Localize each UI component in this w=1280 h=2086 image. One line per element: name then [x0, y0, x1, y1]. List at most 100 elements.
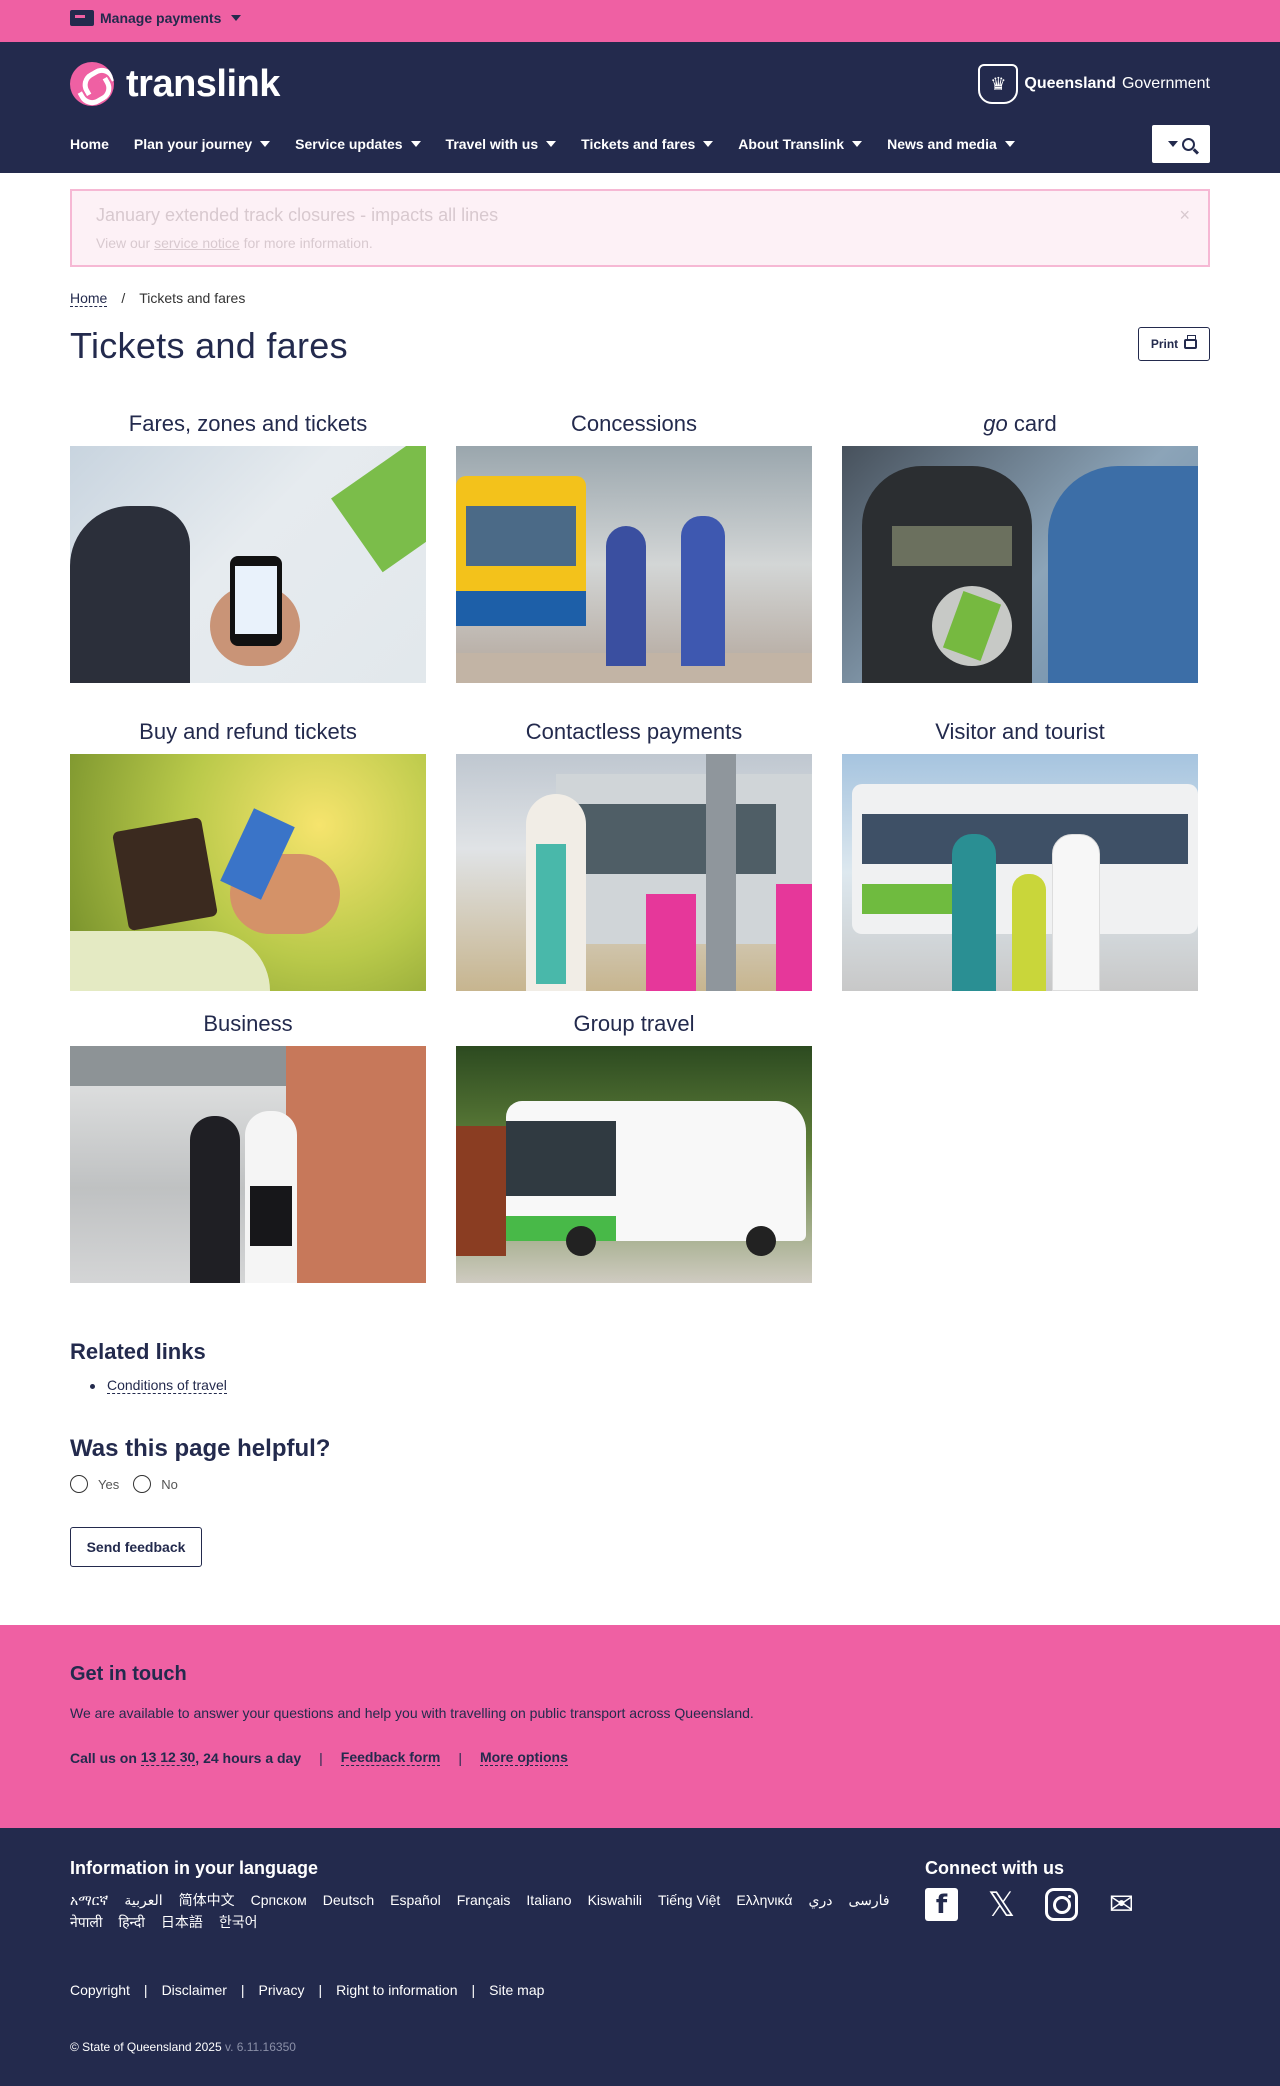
language-link[interactable]: हिन्दी: [118, 1912, 144, 1932]
chevron-down-icon: [1167, 141, 1178, 147]
related-link-conditions[interactable]: Conditions of travel: [107, 1377, 227, 1394]
facebook-icon[interactable]: f: [925, 1888, 958, 1921]
nav-label: Home: [70, 136, 109, 152]
tile-title-italic: go: [983, 411, 1008, 436]
x-icon[interactable]: 𝕏: [985, 1885, 1018, 1925]
connect-heading: Connect with us: [925, 1858, 1064, 1878]
qgov-rest: Government: [1121, 75, 1210, 92]
tile-title: Concessions: [571, 411, 697, 436]
tile-concessions[interactable]: Concessions: [456, 410, 812, 683]
tile-contactless-payments[interactable]: Contactless payments: [456, 718, 812, 991]
footer-link-site-map[interactable]: Site map: [489, 1982, 544, 1998]
contact-links: Call us on 13 12 30, 24 hours a day | Fe…: [70, 1749, 568, 1766]
manage-payments-label: Manage payments: [100, 10, 222, 26]
send-feedback-button[interactable]: Send feedback: [70, 1527, 202, 1567]
chevron-down-icon: [1004, 141, 1015, 147]
tile-group-travel[interactable]: Group travel: [456, 1010, 812, 1283]
language-link[interactable]: Español: [390, 1890, 441, 1910]
tile-title: Visitor and tourist: [935, 719, 1105, 744]
tile-image: [456, 1046, 812, 1283]
more-options-link[interactable]: More options: [480, 1749, 568, 1766]
radio-no[interactable]: [133, 1475, 152, 1493]
separator: |: [319, 1749, 323, 1766]
helpful-no-option[interactable]: No: [133, 1475, 178, 1493]
tile-fares-zones-tickets[interactable]: Fares, zones and tickets: [70, 410, 426, 683]
queensland-government-logo[interactable]: ♛ Queensland Government: [978, 64, 1210, 104]
language-link[interactable]: 한국어: [219, 1912, 258, 1932]
footer-link-disclaimer[interactable]: Disclaimer: [162, 1982, 227, 1998]
utility-bar: Manage payments: [0, 0, 1280, 42]
breadcrumb: Home / Tickets and fares: [70, 290, 245, 307]
email-icon[interactable]: ✉: [1105, 1887, 1138, 1922]
breadcrumb-current: Tickets and fares: [139, 290, 246, 306]
nav-travel-with-us[interactable]: Travel with us: [446, 134, 557, 154]
separator: |: [458, 1749, 462, 1766]
printer-icon: [1184, 335, 1198, 349]
feedback-form-link[interactable]: Feedback form: [340, 1749, 441, 1766]
nav-label: About Translink: [738, 136, 845, 152]
search-button[interactable]: [1152, 125, 1210, 163]
language-link[interactable]: 日本語: [161, 1912, 203, 1932]
radio-no-label: No: [161, 1476, 178, 1492]
chevron-down-icon: [852, 141, 863, 147]
nav-label: Tickets and fares: [581, 136, 696, 152]
language-link[interactable]: አማርኛ: [70, 1890, 108, 1910]
helpful-options: Yes No: [70, 1475, 178, 1493]
language-link[interactable]: Tiếng Việt: [658, 1890, 720, 1910]
tile-visitor-tourist[interactable]: Visitor and tourist: [842, 718, 1198, 991]
nav-news-and-media[interactable]: News and media: [887, 134, 1015, 154]
footer-link-right-to-information[interactable]: Right to information: [336, 1982, 457, 1998]
manage-payments-menu[interactable]: Manage payments: [70, 10, 242, 26]
tile-image: [456, 754, 812, 991]
radio-yes[interactable]: [70, 1475, 88, 1493]
close-icon[interactable]: ×: [1179, 205, 1190, 226]
language-link[interactable]: Ελληνικά: [736, 1890, 792, 1910]
footer-link-copyright[interactable]: Copyright: [70, 1982, 130, 1998]
footer-links: Copyright | Disclaimer | Privacy | Right…: [70, 1982, 544, 1998]
breadcrumb-home[interactable]: Home: [70, 290, 108, 307]
related-links-heading: Related links: [70, 1339, 206, 1364]
language-heading: Information in your language: [70, 1858, 319, 1878]
nav-about-translink[interactable]: About Translink: [738, 134, 863, 154]
language-link[interactable]: Deutsch: [323, 1890, 374, 1910]
language-link[interactable]: Français: [457, 1890, 511, 1910]
tile-buy-refund-tickets[interactable]: Buy and refund tickets: [70, 718, 426, 991]
main-nav: Home Plan your journey Service updates T…: [70, 134, 1040, 154]
language-link[interactable]: فارسی: [848, 1890, 889, 1910]
separator: |: [240, 1982, 245, 1998]
translink-logo[interactable]: translink: [70, 62, 280, 106]
language-link[interactable]: دري: [808, 1890, 832, 1910]
version-text: v. 6.11.16350: [224, 2040, 296, 2054]
language-link[interactable]: 简体中文: [179, 1890, 235, 1910]
service-notice-link[interactable]: service notice: [154, 235, 240, 251]
helpful-yes-option[interactable]: Yes: [70, 1475, 119, 1493]
breadcrumb-separator: /: [121, 290, 126, 306]
chevron-down-icon: [546, 141, 557, 147]
language-link[interactable]: Kiswahili: [588, 1890, 642, 1910]
nav-home[interactable]: Home: [70, 134, 109, 154]
nav-tickets-and-fares[interactable]: Tickets and fares: [581, 134, 714, 154]
phone-link[interactable]: 13 12 30: [140, 1749, 196, 1766]
nav-label: Service updates: [295, 136, 403, 152]
nav-service-updates[interactable]: Service updates: [295, 134, 421, 154]
language-link[interactable]: Italiano: [526, 1890, 571, 1910]
chevron-down-icon: [231, 15, 242, 21]
service-alert: January extended track closures - impact…: [70, 189, 1210, 267]
page-title: Tickets and fares: [70, 325, 348, 366]
tile-business[interactable]: Business: [70, 1010, 426, 1283]
get-in-touch-section: Get in touch We are available to answer …: [0, 1625, 1280, 1828]
nav-label: Plan your journey: [133, 136, 253, 152]
instagram-icon[interactable]: [1045, 1888, 1078, 1921]
language-link[interactable]: Српском: [251, 1890, 307, 1910]
tile-title: Contactless payments: [525, 719, 743, 744]
language-link[interactable]: नेपाली: [70, 1912, 102, 1932]
bullet: [90, 1383, 95, 1389]
tile-go-card[interactable]: go card: [842, 410, 1198, 683]
footer-link-privacy[interactable]: Privacy: [259, 1982, 305, 1998]
card-icon: [70, 10, 94, 26]
nav-plan-your-journey[interactable]: Plan your journey: [133, 134, 271, 154]
print-button[interactable]: Print: [1138, 327, 1210, 361]
language-link[interactable]: العربية: [124, 1890, 162, 1910]
chevron-down-icon: [703, 141, 714, 147]
call-suffix: , 24 hours a day: [195, 1749, 302, 1766]
